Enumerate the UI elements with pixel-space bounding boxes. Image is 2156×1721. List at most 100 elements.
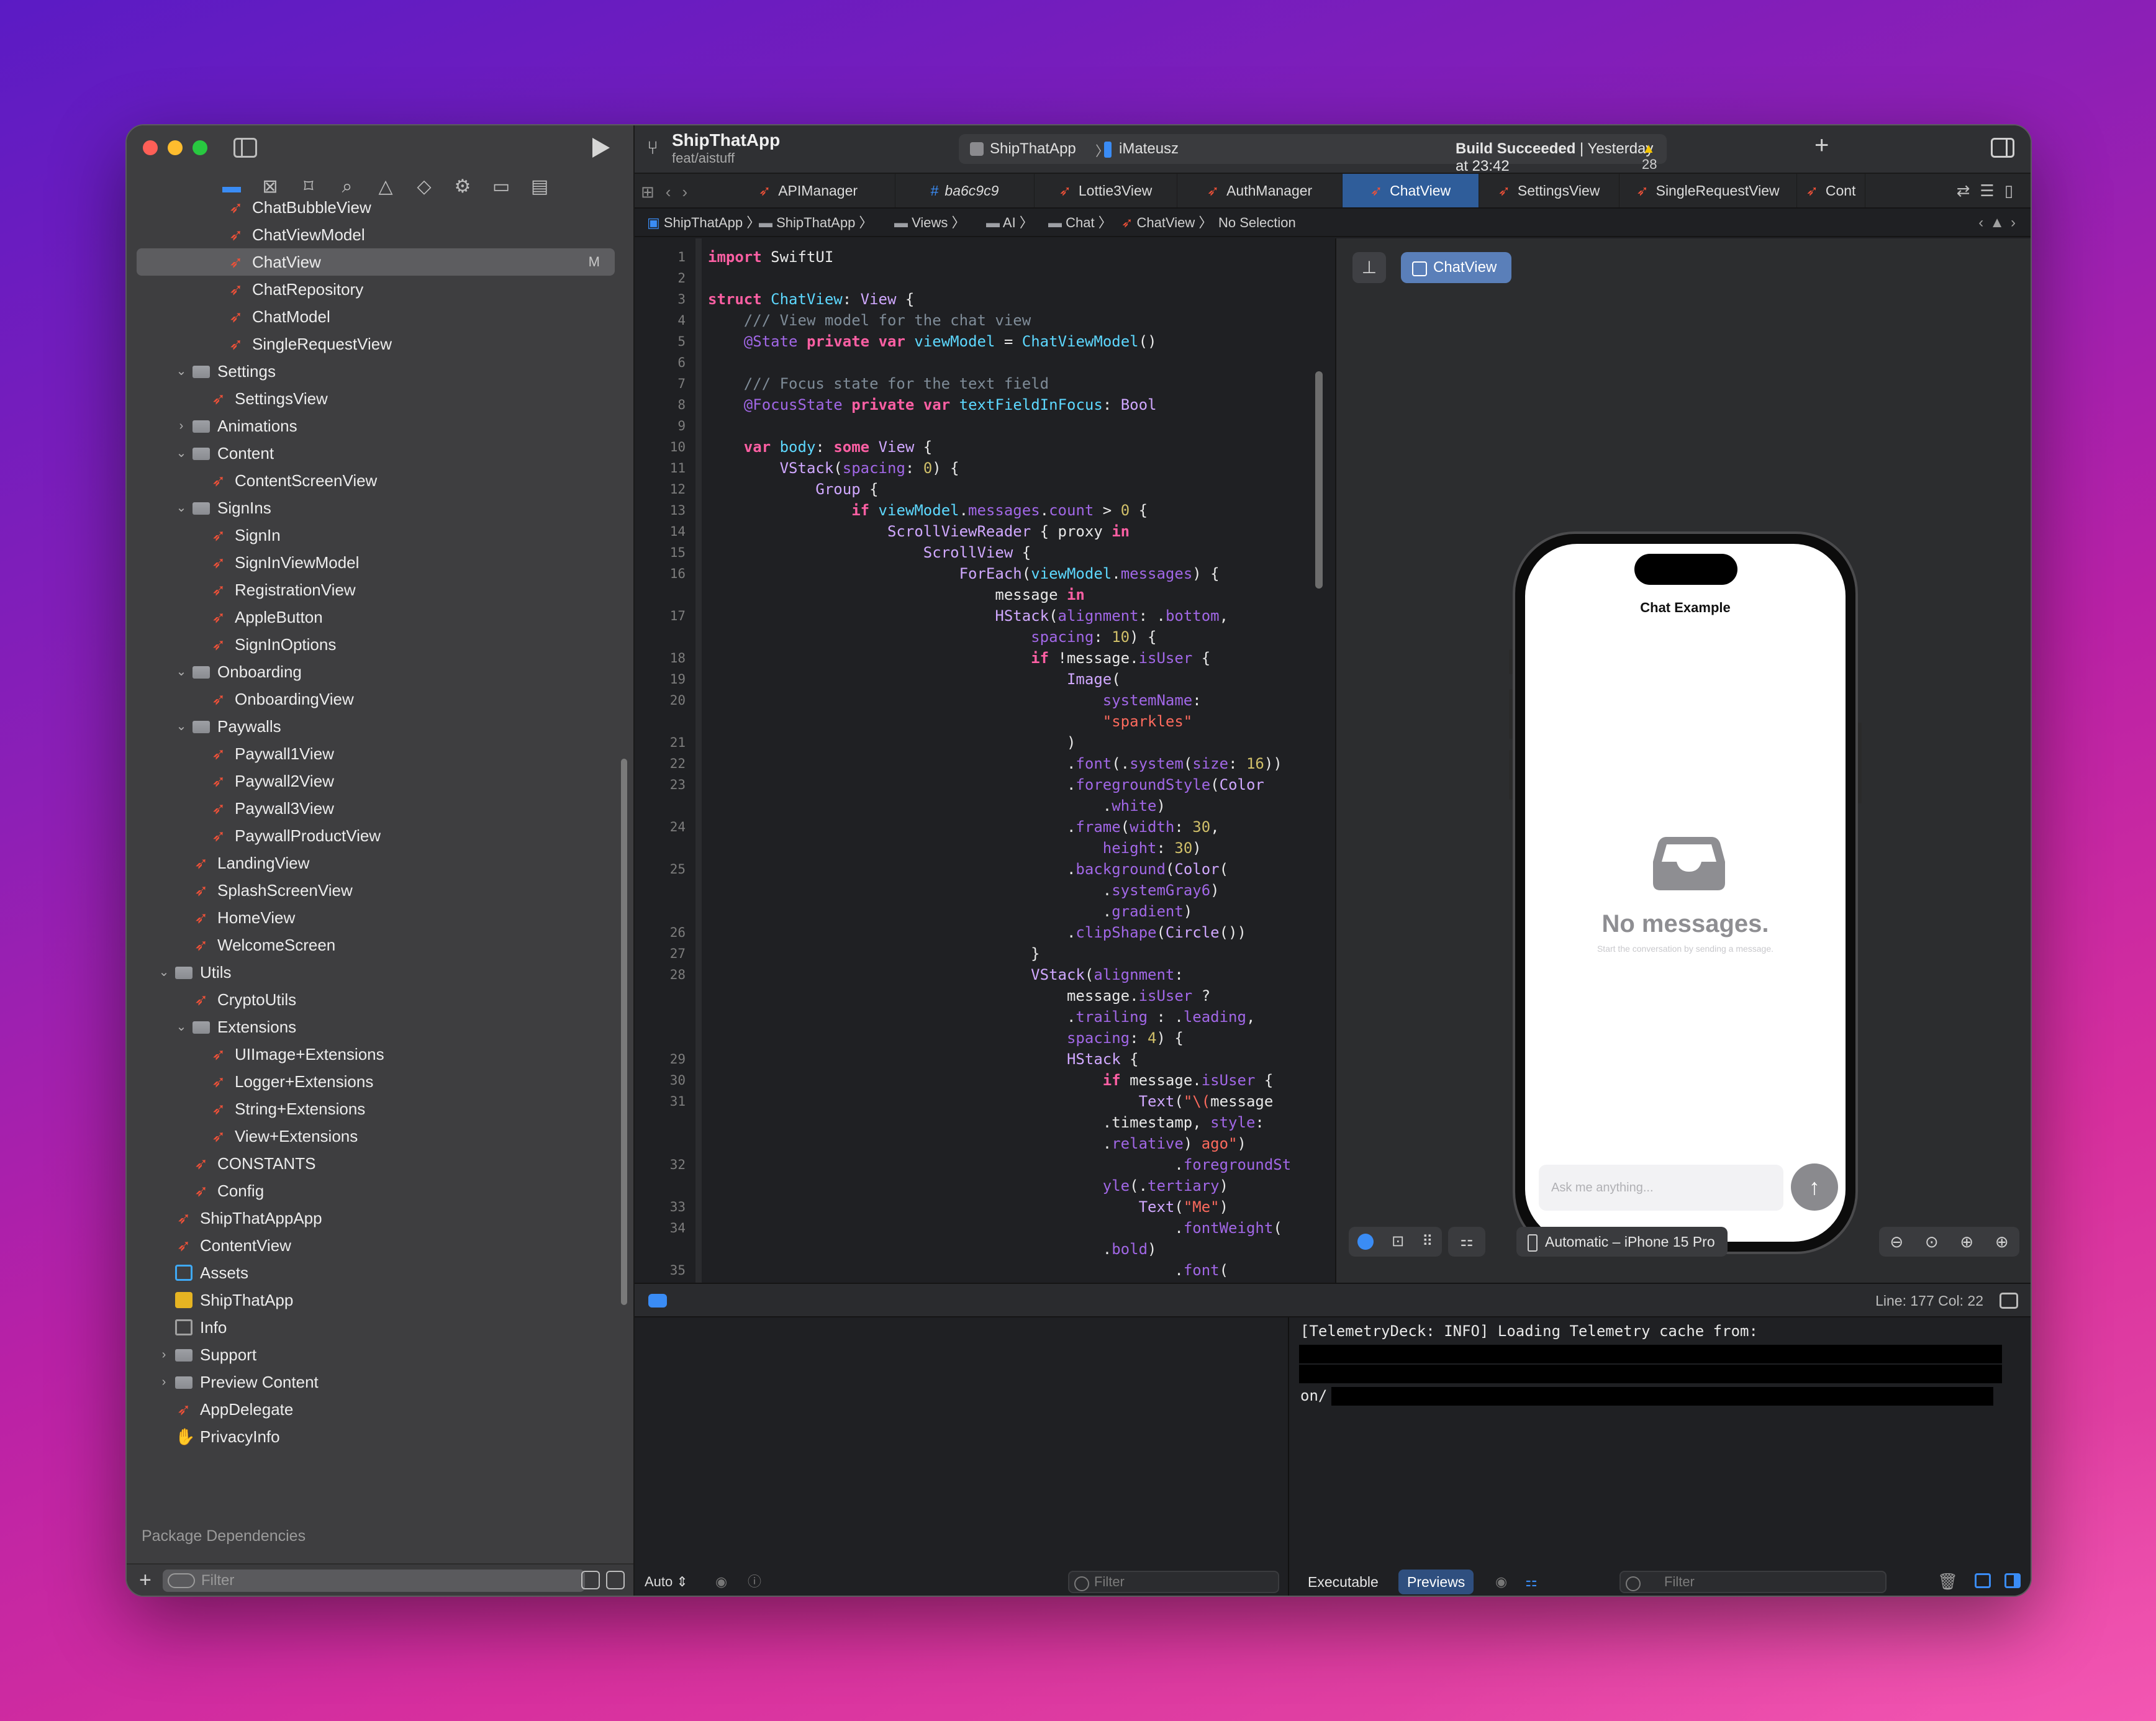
tree-item-cryptoutils[interactable]: ➶ CryptoUtils (127, 986, 623, 1013)
tree-item-assets[interactable]: Assets (127, 1259, 623, 1286)
tree-item-paywall2view[interactable]: ➶ Paywall2View (127, 767, 623, 795)
recent-files-icon[interactable] (581, 1571, 600, 1589)
message-input[interactable]: Ask me anything... (1539, 1165, 1783, 1211)
tab-lottie3view[interactable]: ➶ Lottie3View (1035, 174, 1177, 207)
eye-icon[interactable]: ◉ (715, 1567, 727, 1596)
chevron-right-icon[interactable]: › (158, 1368, 170, 1396)
previews-tab[interactable]: Previews (1398, 1570, 1474, 1594)
navigator-filter-field[interactable]: Filter (163, 1570, 585, 1592)
chevron-down-icon[interactable]: ⌄ (175, 713, 188, 740)
tab-ba6c9c9[interactable]: # ba6c9c9 (895, 174, 1035, 207)
tree-item-onboarding[interactable]: ⌄ Onboarding (127, 658, 623, 685)
variants-icon[interactable]: ⠿ (1422, 1227, 1433, 1257)
breadcrumb-item[interactable]: ➶ ChatView 〉 (1121, 209, 1212, 237)
info-icon[interactable]: ⓘ (748, 1567, 761, 1596)
editor-scrollbar[interactable] (1315, 371, 1323, 589)
tree-item-view-extensions[interactable]: ➶ View+Extensions (127, 1122, 623, 1150)
tree-item-paywallproductview[interactable]: ➶ PaywallProductView (127, 822, 623, 849)
chevron-down-icon[interactable]: ⌄ (175, 494, 188, 522)
tab-singlerequestview[interactable]: ➶ SingleRequestView (1619, 174, 1797, 207)
source-editor[interactable]: 1 import SwiftUI 2 3 struct ChatView: View {… (635, 238, 1334, 1283)
tree-item-logger-extensions[interactable]: ➶ Logger+Extensions (127, 1068, 623, 1095)
warnings-indicator[interactable]: ▲ 28 (1642, 140, 1667, 173)
tree-item-homeview[interactable]: ➶ HomeView (127, 904, 623, 931)
tab-navigation-icons[interactable]: ⊞‹› (641, 183, 699, 202)
scheme-selector[interactable]: ShipThatApp (990, 140, 1076, 158)
toggle-sidebar-icon[interactable] (233, 138, 257, 158)
chevron-down-icon[interactable]: ⌄ (175, 1013, 188, 1041)
zoom-out-icon[interactable]: ⊖ (1890, 1232, 1903, 1252)
breadcrumb-item[interactable]: ▣ ShipThatApp 〉 (647, 209, 760, 237)
variables-filter-field[interactable]: Filter (1068, 1571, 1279, 1593)
navigator-scrollbar[interactable] (621, 759, 627, 1305)
tree-item-signins[interactable]: ⌄ SignIns (127, 494, 623, 522)
jump-bar-nav-icons[interactable]: ‹▲› (1978, 209, 2022, 237)
tree-item-shipthatappapp[interactable]: ➶ ShipThatAppApp (127, 1204, 623, 1232)
phone-screen[interactable]: Chat Example No messages. Start the conv… (1525, 544, 1846, 1242)
tree-item-welcomescreen[interactable]: ➶ WelcomeScreen (127, 931, 623, 959)
tree-item-paywall1view[interactable]: ➶ Paywall1View (127, 740, 623, 767)
branch-name[interactable]: feat/aistuff (672, 150, 735, 166)
debug-icon[interactable]: ⚙ (451, 175, 474, 199)
variables-view[interactable] (635, 1317, 1289, 1596)
run-button[interactable] (592, 138, 610, 158)
source-control-icon[interactable]: ⊠ (258, 175, 282, 199)
tree-item-splashscreenview[interactable]: ➶ SplashScreenView (127, 877, 623, 904)
chevron-down-icon[interactable]: ⌄ (158, 959, 170, 986)
tree-item-chatview[interactable]: ➶ ChatView M (137, 248, 615, 276)
run-destination-selector[interactable]: iMateusz (1119, 140, 1179, 158)
breakpoint-icon[interactable]: ▭ (489, 175, 513, 199)
tree-item-paywall3view[interactable]: ➶ Paywall3View (127, 795, 623, 822)
tab-chatview[interactable]: ➶ ChatView (1343, 174, 1479, 207)
tree-item-config[interactable]: ➶ Config (127, 1177, 623, 1204)
tree-item-chatbubbleview[interactable]: ➶ ChatBubbleView (127, 200, 623, 221)
left-pane-icon[interactable] (1975, 1573, 1991, 1588)
tree-item-chatmodel[interactable]: ➶ ChatModel (127, 303, 623, 330)
tree-item-animations[interactable]: › Animations (127, 412, 623, 440)
minimize-window-button[interactable] (168, 140, 183, 155)
bookmark-icon[interactable]: ⌑ (297, 175, 320, 199)
eye-icon[interactable]: ◉ (1495, 1567, 1507, 1596)
tree-item-onboardingview[interactable]: ➶ OnboardingView (127, 685, 623, 713)
toggle-inspector-icon[interactable] (1991, 138, 2014, 158)
toggle-debug-area-icon[interactable] (2000, 1293, 2018, 1309)
selectable-mode-icon[interactable]: ⊡ (1392, 1227, 1404, 1257)
send-button[interactable]: ↑ (1791, 1163, 1838, 1211)
folder-icon[interactable]: ▬ (220, 175, 243, 199)
tree-item-chatrepository[interactable]: ➶ ChatRepository (127, 276, 623, 303)
report-icon[interactable]: ▤ (528, 175, 551, 199)
test-icon[interactable]: ◇ (412, 175, 436, 199)
device-settings-icon[interactable]: ⚏ (1448, 1227, 1485, 1257)
tab-settingsview[interactable]: ➶ SettingsView (1479, 174, 1619, 207)
tree-item-string-extensions[interactable]: ➶ String+Extensions (127, 1095, 623, 1122)
zoom-fit-icon[interactable]: ⊙ (1925, 1232, 1939, 1252)
console-output[interactable]: [TelemetryDeck: INFO] Loading Telemetry … (1290, 1317, 2031, 1596)
tree-item-info[interactable]: Info (127, 1314, 623, 1341)
preview-tab-chatview[interactable]: ChatView (1401, 252, 1512, 283)
add-file-button[interactable]: + (139, 1568, 152, 1592)
zoom-100-icon[interactable]: ⊕ (1960, 1232, 1973, 1252)
search-icon[interactable]: ⌕ (335, 175, 359, 199)
close-window-button[interactable] (143, 140, 158, 155)
tree-item-paywalls[interactable]: ⌄ Paywalls (127, 713, 623, 740)
editor-options-icons[interactable]: ⇄☰▯ (1957, 181, 2023, 201)
executable-tab[interactable]: Executable (1299, 1570, 1387, 1594)
chevron-down-icon[interactable]: ⌄ (175, 658, 188, 685)
chevron-right-icon[interactable]: › (175, 412, 188, 440)
breadcrumb-item[interactable]: No Selection (1218, 209, 1296, 237)
zoom-in-icon[interactable]: ⊕ (1995, 1232, 2009, 1252)
debug-area-icon[interactable] (648, 1294, 667, 1308)
chevron-down-icon[interactable]: ⌄ (175, 440, 188, 467)
tree-item-settingsview[interactable]: ➶ SettingsView (127, 385, 623, 412)
tab-authmanager[interactable]: ➶ AuthManager (1177, 174, 1343, 207)
breadcrumb-item[interactable]: ▬ ShipThatApp 〉 (759, 209, 872, 237)
tree-item-uiimage-extensions[interactable]: ➶ UIImage+Extensions (127, 1041, 623, 1068)
trash-icon[interactable]: 🗑 (1937, 1572, 1958, 1591)
tree-item-appdelegate[interactable]: ➶ AppDelegate (127, 1396, 623, 1423)
tree-item-constants[interactable]: ➶ CONSTANTS (127, 1150, 623, 1177)
auto-selector[interactable]: Auto ⇕ (645, 1567, 688, 1596)
tree-item-support[interactable]: › Support (127, 1341, 623, 1368)
tree-item-utils[interactable]: ⌄ Utils (127, 959, 623, 986)
tree-item-chatviewmodel[interactable]: ➶ ChatViewModel (127, 221, 623, 248)
tree-item-singlerequestview[interactable]: ➶ SingleRequestView (127, 330, 623, 358)
